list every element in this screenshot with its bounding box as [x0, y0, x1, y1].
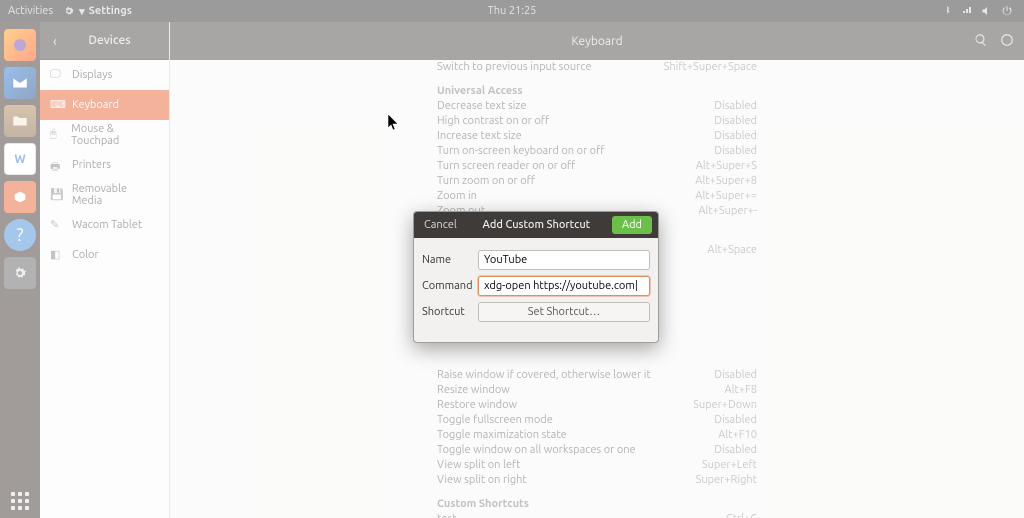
add-shortcut-dialog: Cancel Add Custom Shortcut Add Name Comm… — [413, 211, 659, 343]
name-input[interactable] — [478, 250, 650, 270]
command-label: Command — [422, 280, 478, 292]
dialog-title: Add Custom Shortcut — [467, 219, 606, 231]
name-label: Name — [422, 254, 478, 266]
cancel-button[interactable]: Cancel — [414, 219, 467, 231]
shortcut-label: Shortcut — [422, 306, 478, 318]
command-input[interactable] — [478, 276, 650, 296]
add-button[interactable]: Add — [612, 216, 652, 234]
dialog-header: Cancel Add Custom Shortcut Add — [414, 212, 658, 238]
set-shortcut-button[interactable]: Set Shortcut… — [478, 302, 650, 322]
